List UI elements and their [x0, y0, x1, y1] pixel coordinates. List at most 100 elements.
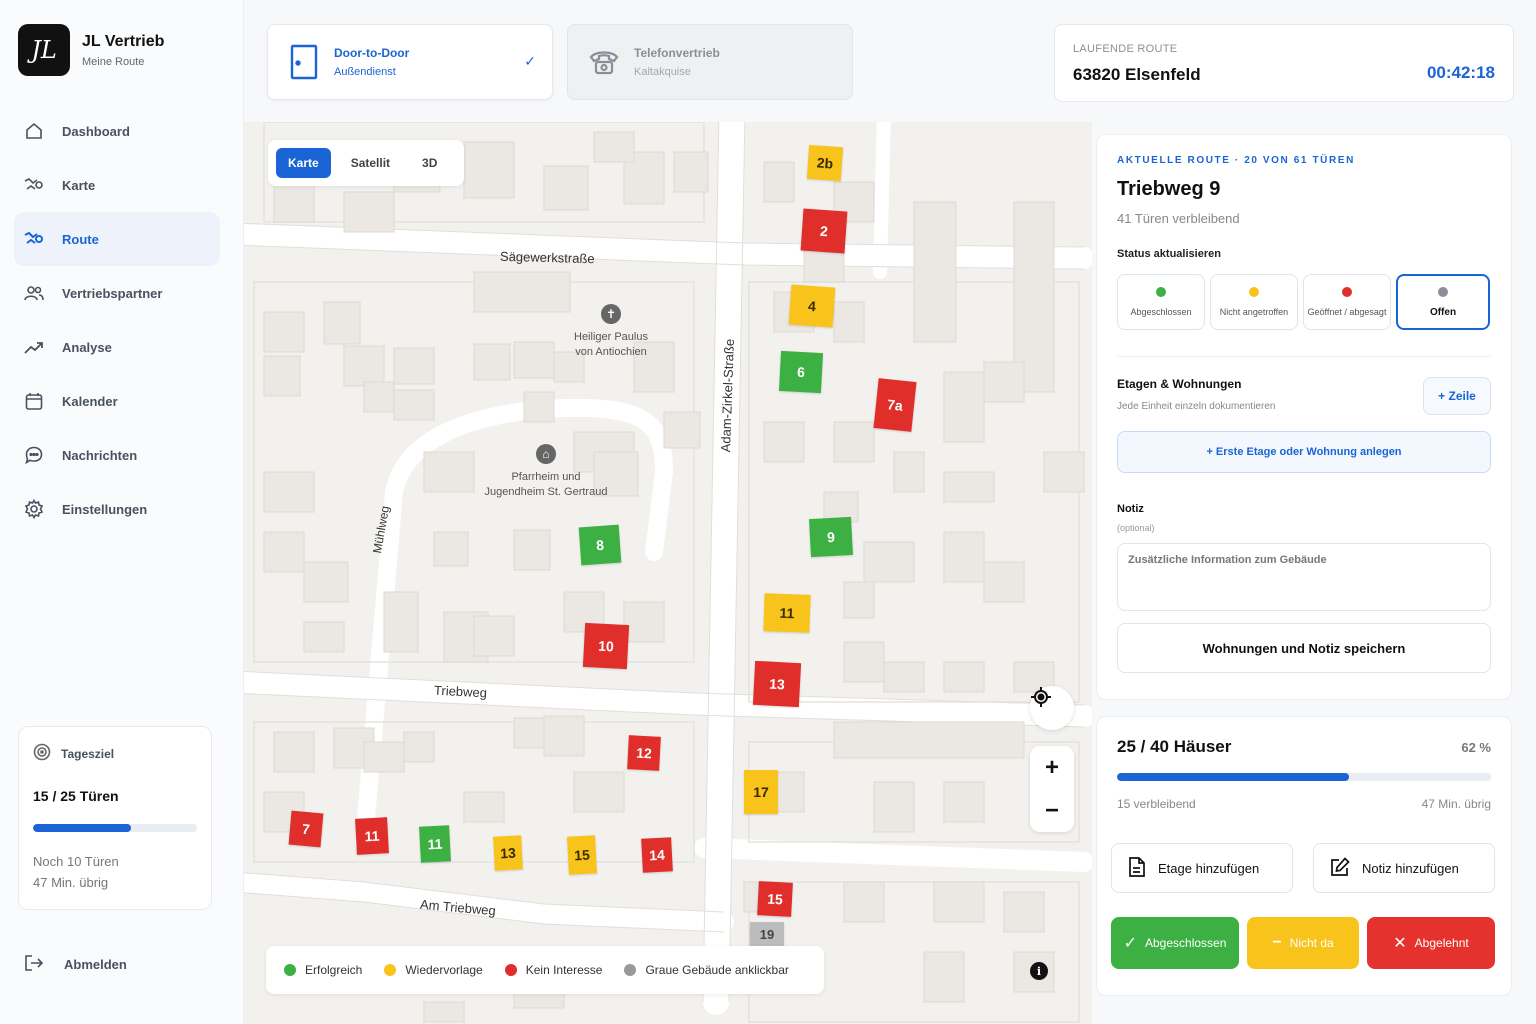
status-label: Status aktualisieren — [1117, 248, 1221, 260]
house-marker[interactable]: 13 — [493, 835, 523, 871]
main-nav: Dashboard Karte Route Vertriebspartner A… — [14, 104, 220, 536]
house-marker[interactable]: 11 — [763, 593, 811, 633]
status-offen[interactable]: Offen — [1396, 274, 1490, 330]
status-dot — [1438, 286, 1448, 297]
door-icon — [288, 42, 320, 82]
add-floor-button[interactable]: Etage hinzufügen — [1111, 843, 1293, 893]
nav-item-analyse[interactable]: Analyse — [14, 320, 220, 374]
legend-success: Erfolgreich — [305, 963, 363, 977]
daily-goal-count: 15 / 25 Türen — [33, 788, 119, 804]
house-marker[interactable]: 9 — [809, 516, 853, 558]
logout-icon — [24, 954, 44, 975]
map-view-karte[interactable]: Karte — [276, 148, 331, 178]
legend-dot-green — [284, 964, 296, 976]
house-marker[interactable]: 7a — [873, 378, 917, 432]
note-optional: (optional) — [1117, 523, 1155, 533]
status-text: Abgeschlossen — [1130, 307, 1192, 317]
house-marker[interactable]: 15 — [757, 881, 793, 917]
house-marker[interactable]: 19 — [750, 922, 784, 946]
nav-item-karte[interactable]: Karte — [14, 158, 220, 212]
mark-rejected-button[interactable]: ✕ Abgelehnt — [1367, 917, 1495, 969]
edit-icon — [1330, 856, 1350, 880]
check-icon: ✓ — [1123, 935, 1137, 952]
house-marker[interactable]: 2b — [806, 144, 844, 182]
house-marker[interactable]: 15 — [567, 835, 597, 875]
house-marker[interactable]: 12 — [627, 735, 661, 771]
mode-door-to-door[interactable]: Door-to-Door Außendienst ✓ — [267, 24, 553, 100]
poi-parish[interactable]: ⌂ Pfarrheim und Jugendheim St. Gertraud — [471, 444, 621, 500]
house-marker[interactable]: 10 — [582, 622, 630, 670]
nav-label: Einstellungen — [62, 501, 148, 517]
brand: JL JL Vertrieb Meine Route — [18, 24, 164, 76]
note-label: Notiz — [1117, 503, 1144, 515]
status-abgeschlossen[interactable]: Abgeschlossen — [1117, 274, 1205, 330]
daily-goal-card: Tagesziel 15 / 25 Türen Noch 10 Türen 47… — [18, 726, 212, 910]
mode-telefonvertrieb[interactable]: Telefonvertrieb Kaltakquise — [567, 24, 853, 100]
add-row-button[interactable]: + Zeile — [1423, 377, 1491, 415]
nav-label: Karte — [62, 177, 96, 193]
house-marker[interactable]: 7 — [288, 810, 324, 848]
add-first-floor-button[interactable]: + Erste Etage oder Wohnung anlegen — [1117, 431, 1491, 473]
brand-logo[interactable]: JL — [18, 24, 70, 76]
locate-button[interactable] — [1030, 686, 1074, 730]
floors-title: Etagen & Wohnungen — [1117, 377, 1242, 391]
legend-gray: Graue Gebäude anklickbar — [645, 963, 789, 977]
zoom-out-button[interactable]: − — [1030, 789, 1074, 832]
status-text: Nicht angetroffen — [1219, 307, 1289, 317]
note-input[interactable]: Zusätzliche Information zum Gebäude — [1117, 543, 1491, 611]
nav-label: Vertriebspartner — [62, 285, 163, 301]
nav-item-dashboard[interactable]: Dashboard — [14, 104, 220, 158]
status-text: Geöffnet / abgesagt — [1307, 307, 1387, 317]
status-geoeffnet-abgesagt[interactable]: Geöffnet / abgesagt — [1303, 274, 1391, 330]
route-icon — [24, 229, 44, 249]
nav-item-einstellungen[interactable]: Einstellungen — [14, 482, 220, 536]
nav-item-nachrichten[interactable]: Nachrichten — [14, 428, 220, 482]
zoom-in-button[interactable]: + — [1030, 746, 1074, 789]
mark-completed-button[interactable]: ✓ Abgeschlossen — [1111, 917, 1239, 969]
legend-no-interest: Kein Interesse — [525, 963, 603, 977]
map-view-satellit[interactable]: Satellit — [339, 148, 402, 178]
status-dot — [1156, 287, 1166, 297]
poi-parish-line1: Pfarrheim und — [511, 471, 581, 483]
add-floor-label: Etage hinzufügen — [1158, 860, 1260, 876]
poi-church[interactable]: ✝ Heiliger Paulus von Antiochien — [536, 304, 686, 360]
house-marker[interactable]: 14 — [641, 837, 673, 873]
mark-absent-button[interactable]: − Nicht da — [1247, 917, 1359, 969]
houses-progress-fill — [1117, 773, 1349, 781]
legend-followup: Wiedervorlage — [405, 963, 483, 977]
status-nicht-angetroffen[interactable]: Nicht angetroffen — [1210, 274, 1298, 330]
check-icon: ✓ — [524, 53, 536, 69]
nav-label: Analyse — [62, 339, 112, 355]
house-marker[interactable]: 17 — [744, 770, 778, 814]
locate-icon — [1031, 687, 1051, 707]
house-marker[interactable]: 11 — [355, 817, 389, 855]
map-view[interactable]: Karte Satellit 3D Sägewerkstraße Adam-Zi… — [244, 122, 1092, 1024]
trend-icon — [24, 337, 44, 357]
logout-button[interactable]: Abmelden — [24, 954, 127, 975]
nav-item-vertriebspartner[interactable]: Vertriebspartner — [14, 266, 220, 320]
house-marker[interactable]: 6 — [778, 350, 824, 394]
houses-progress-bar — [1117, 773, 1491, 781]
houses-time-left: 47 Min. übrig — [1421, 797, 1491, 811]
nav-item-kalender[interactable]: Kalender — [14, 374, 220, 428]
map-view-3d[interactable]: 3D — [410, 148, 449, 178]
chat-icon — [24, 445, 44, 465]
zoom-controls: + − — [1030, 746, 1074, 832]
save-units-note-button[interactable]: Wohnungen und Notiz speichern — [1117, 623, 1491, 673]
house-marker[interactable]: 2 — [800, 208, 848, 254]
document-icon — [1128, 856, 1146, 880]
house-marker[interactable]: 11 — [419, 825, 451, 863]
house-marker[interactable]: 8 — [578, 524, 622, 566]
map-icon — [24, 175, 44, 195]
church-icon: ✝ — [601, 304, 621, 324]
close-icon: ✕ — [1393, 935, 1407, 952]
info-icon[interactable]: i — [1030, 962, 1048, 980]
legend-dot-gray — [624, 964, 637, 976]
house-marker[interactable]: 4 — [788, 284, 836, 328]
mode-door-subtitle: Außendienst — [334, 66, 396, 78]
mark-absent-label: Nicht da — [1289, 936, 1334, 950]
house-marker[interactable]: 13 — [752, 660, 802, 708]
add-note-button[interactable]: Notiz hinzufügen — [1313, 843, 1495, 893]
nav-item-route[interactable]: Route — [14, 212, 220, 266]
target-icon — [33, 743, 51, 764]
